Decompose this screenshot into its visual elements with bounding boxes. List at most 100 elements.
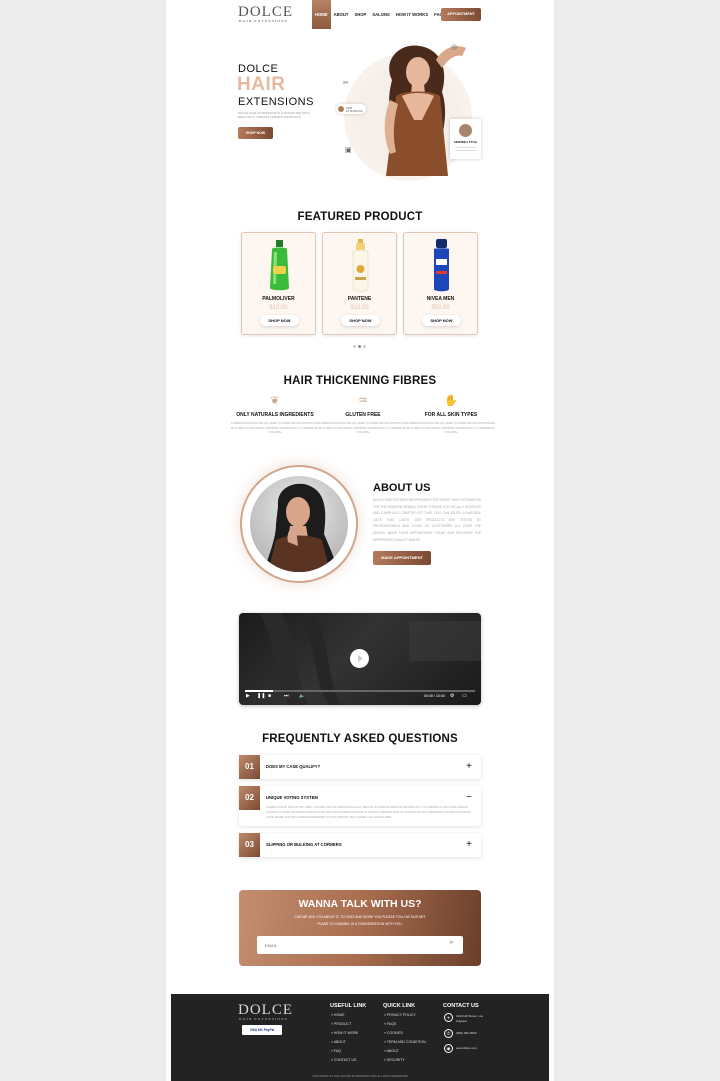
contact-banner-desc: CAN WE ASK YOU ABOUT IT, TO CHAT AND WOR… xyxy=(294,915,426,926)
faq-title: FREQUENTLY ASKED QUESTIONS xyxy=(262,733,458,745)
video-progress-bar[interactable] xyxy=(245,690,475,692)
make-appointment-button[interactable]: MAKE APPOINTMENT xyxy=(373,551,431,565)
hero-badge-text: HAIR EXTENSIONS xyxy=(346,107,363,113)
nivea-bottle-image xyxy=(434,239,449,292)
about-text: DOLCE HAIR EXTENSIONS PROVIDES THE FINES… xyxy=(373,498,481,542)
product-shop-now-button[interactable]: SHOP NOW xyxy=(341,315,380,326)
product-shop-now-button[interactable]: SHOP NOW xyxy=(260,315,299,326)
nav-shop[interactable]: SHOP xyxy=(351,0,369,29)
product-card[interactable]: PANTENE $10.00 SHOP NOW xyxy=(322,232,397,335)
about-title: ABOUT US xyxy=(373,482,431,494)
mirror-icon: ▣ xyxy=(345,147,352,154)
feature-title: GLUTEN FREE xyxy=(345,412,381,418)
feature-title: ONLY NATURALS INGREDIENTS xyxy=(236,412,314,418)
faq-number: 03 xyxy=(239,833,260,857)
footer-link-home[interactable]: » HOME xyxy=(331,1013,344,1017)
globe-icon: ◉ xyxy=(444,1044,453,1053)
settings-gear-icon[interactable]: ⚙ xyxy=(450,693,454,699)
contact-website[interactable]: www.dolce.com xyxy=(456,1046,486,1051)
product-name: NIVEA MEN xyxy=(426,296,455,302)
faq-number: 02 xyxy=(239,786,260,810)
about-model-image xyxy=(264,483,338,572)
expand-plus-icon[interactable]: + xyxy=(466,755,472,779)
hand-icon: ✋ xyxy=(444,395,458,407)
scissors-icon: ✂ xyxy=(343,80,349,87)
contact-phone: (000) 000-0000 xyxy=(456,1031,477,1035)
hero-card-caption: GENUINE A STYLE xyxy=(453,141,478,144)
hero-shop-now-button[interactable]: SHOP NOW xyxy=(238,127,273,139)
footer-link-contact-us[interactable]: » CONTACT US xyxy=(331,1058,356,1062)
email-input[interactable] xyxy=(257,936,463,954)
faq-question: DOES MY CASE QUALIFY? xyxy=(266,764,321,769)
play-icon xyxy=(358,655,363,662)
footer-link-about[interactable]: » ABOUT xyxy=(384,1049,399,1053)
faq-item-expanded[interactable]: 02 UNIQUE VOTING SYSTEM − LOREM IPSUM DO… xyxy=(239,786,481,826)
footer-link-product[interactable]: » PRODUCT xyxy=(331,1022,351,1026)
nav-about[interactable]: ABOUT xyxy=(331,0,352,29)
footer-link-privacy[interactable]: » PRIVACY POLICY xyxy=(384,1013,416,1017)
location-icon: ⌖ xyxy=(444,1013,453,1022)
footer-link-cookies[interactable]: » COOKIES xyxy=(384,1031,403,1035)
footer: DOLCE HAIR EXTENSIONS VISA MC PayPal USE… xyxy=(171,994,549,1081)
product-price: $50.00 xyxy=(431,305,450,311)
payment-methods: VISA MC PayPal xyxy=(242,1025,282,1035)
camera-icon: ◎ xyxy=(451,44,458,51)
carousel-dot[interactable] xyxy=(363,345,366,348)
badge-dot-icon xyxy=(338,106,344,112)
video-play-button[interactable] xyxy=(350,649,369,668)
feature-item: ✋ FOR ALL SKIN TYPES LOREM IPSUM DOLOR S… xyxy=(406,394,496,435)
skip-forward-icon[interactable]: ⏭ xyxy=(284,693,289,699)
nav-salons[interactable]: SALONS xyxy=(369,0,392,29)
pantene-bottle-image xyxy=(352,239,369,292)
featured-title: FEATURED PRODUCT xyxy=(297,211,423,223)
wheat-icon: ♒ xyxy=(358,395,368,407)
logo-subtitle: HAIR EXTENSIONS xyxy=(239,19,289,23)
appointment-button[interactable]: APPOINTMENT xyxy=(441,8,481,21)
contact-address: 1234 Hill Street, Los Angeles xyxy=(456,1014,484,1023)
faq-number: 01 xyxy=(239,755,260,779)
footer-link-faqs[interactable]: » FAQS xyxy=(384,1022,396,1026)
fullscreen-icon[interactable]: ▭ xyxy=(462,693,467,699)
useful-link-title: USEFUL LINK xyxy=(330,1003,367,1009)
nav-home[interactable]: HOME xyxy=(312,0,331,29)
hero-title-line3: EXTENSIONS xyxy=(238,96,314,108)
video-time: 00:45 / 10:00 xyxy=(424,694,445,698)
feature-desc: LOREM IPSUM DOLOR SIT AMET CONSECTETUR A… xyxy=(318,421,408,434)
expand-plus-icon[interactable]: + xyxy=(466,833,472,857)
footer-logo-subtitle: HAIR EXTENSIONS xyxy=(239,1017,289,1021)
product-price: $10.00 xyxy=(350,305,369,311)
footer-link-security[interactable]: » SECURITY xyxy=(384,1058,405,1062)
carousel-dot-active[interactable] xyxy=(358,345,361,348)
product-name: PALMOLIVER xyxy=(262,296,295,302)
contact-banner-title: WANNA TALK WITH US? xyxy=(298,898,422,910)
feature-desc: LOREM IPSUM DOLOR SIT AMET CONSECTETUR A… xyxy=(230,421,320,434)
hero-profile-card: GENUINE A STYLE xyxy=(450,119,481,159)
footer-link-how-it-work[interactable]: » HOW IT WORK xyxy=(331,1031,358,1035)
hero-title-line2: HAIR xyxy=(237,74,286,95)
footer-link-about[interactable]: » ABOUT xyxy=(331,1040,346,1044)
carousel-dot[interactable] xyxy=(353,345,356,348)
feature-item: ♒ GLUTEN FREE LOREM IPSUM DOLOR SIT AMET… xyxy=(318,394,408,435)
stop-icon[interactable]: ■ xyxy=(268,693,271,699)
play-icon[interactable]: ▶ xyxy=(246,693,250,699)
faq-item[interactable]: 03 SLIPPING OR BULKING AT CORNERS + xyxy=(239,833,481,857)
hero-description: DOLCE HAIR EXTENSIONS IS A SIGNATURE SET… xyxy=(238,111,310,120)
volume-icon[interactable]: 🔈 xyxy=(299,693,305,699)
paper-plane-icon[interactable]: ➤ xyxy=(449,939,454,946)
faq-question: SLIPPING OR BULKING AT CORNERS xyxy=(266,842,342,847)
contact-banner: WANNA TALK WITH US? CAN WE ASK YOU ABOUT… xyxy=(239,890,481,966)
nav-how-it-works[interactable]: HOW IT WORKS xyxy=(393,0,431,29)
product-shop-now-button[interactable]: SHOP NOW xyxy=(422,315,461,326)
faq-answer: LOREM IPSUM DOLOR SIT AMET CONSECTETUR A… xyxy=(266,805,471,819)
product-card[interactable]: PALMOLIVER $10.00 SHOP NOW xyxy=(241,232,316,335)
footer-link-faq[interactable]: » FAQ xyxy=(331,1049,341,1053)
product-card[interactable]: NIVEA MEN $50.00 SHOP NOW xyxy=(403,232,478,335)
about-photo xyxy=(250,476,348,572)
palmolive-bottle-image xyxy=(270,240,289,291)
footer-link-terms[interactable]: » TERM AND CONDITION xyxy=(384,1040,426,1044)
video-progress-fill xyxy=(245,690,273,692)
phone-icon: ✆ xyxy=(444,1029,453,1038)
pause-icon[interactable]: ❚❚ xyxy=(257,693,265,699)
divider xyxy=(455,147,476,148)
faq-item[interactable]: 01 DOES MY CASE QUALIFY? + xyxy=(239,755,481,779)
